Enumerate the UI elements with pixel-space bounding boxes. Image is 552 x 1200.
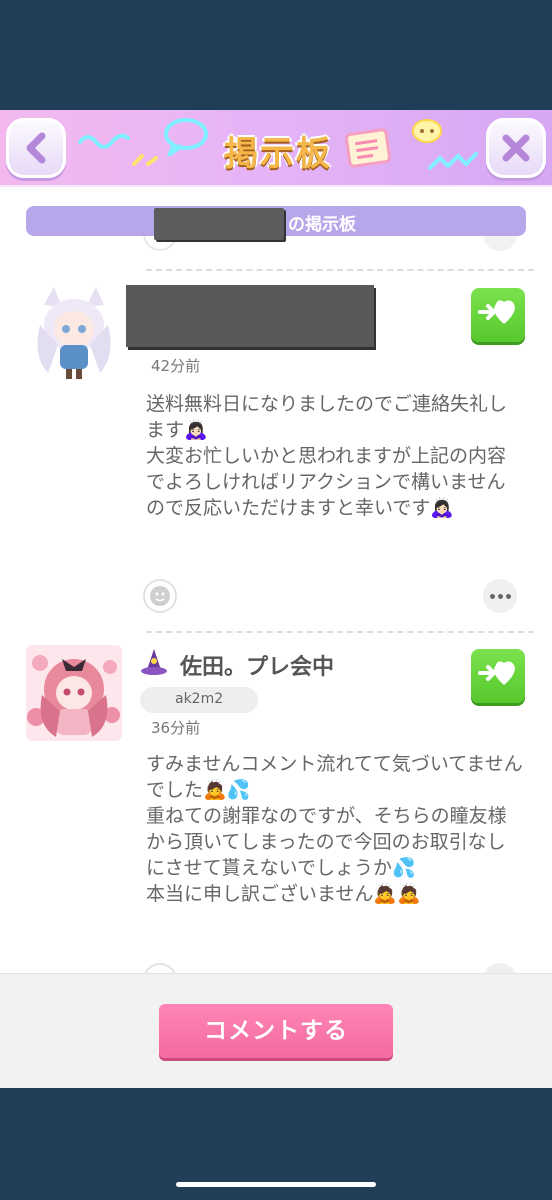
post-time: 36分前 <box>151 719 201 737</box>
reaction-button[interactable] <box>471 288 525 342</box>
more-options-button[interactable] <box>483 579 517 613</box>
top-frame <box>0 0 552 110</box>
reaction-icon <box>478 300 515 324</box>
user-id: ak2m2 <box>175 691 224 707</box>
reaction-button[interactable] <box>471 649 525 703</box>
witch-hat-icon <box>141 649 167 675</box>
chevron-left-icon <box>26 132 46 164</box>
close-button[interactable] <box>486 118 546 178</box>
avatar[interactable] <box>26 285 122 381</box>
post-time: 42分前 <box>151 357 201 375</box>
home-indicator[interactable] <box>176 1182 376 1187</box>
close-icon <box>502 134 530 162</box>
dash-decoration <box>132 154 158 166</box>
zigzag-decoration <box>428 152 478 170</box>
header-bar: 掲示板 <box>0 110 552 187</box>
user-id-badge: ak2m2 <box>140 687 258 713</box>
smiley-icon <box>150 586 170 606</box>
comment-button[interactable]: コメントする <box>159 1004 393 1058</box>
dot <box>505 593 511 599</box>
post-divider <box>146 269 534 271</box>
speech-bubble-decoration <box>164 118 208 156</box>
avatar[interactable] <box>26 645 122 741</box>
page-title: 掲示板 <box>224 134 332 174</box>
back-button[interactable] <box>6 118 66 178</box>
notepad-icon <box>344 128 392 168</box>
post-divider <box>146 631 534 633</box>
board-label: の掲示板 <box>288 215 356 235</box>
user-name: 佐田。プレ会中 <box>180 655 335 680</box>
post-message: すみませんコメント流れてて気づいてませんでした🙇💦 重ねての謝罪なのですが、そち… <box>146 753 523 905</box>
reaction-icon <box>478 661 515 685</box>
dot <box>489 593 495 599</box>
post-message: 送料無料日になりましたのでご連絡失礼します🙇🏻‍♀️ 大変お忙しいかと思われます… <box>146 393 508 519</box>
dot <box>497 593 503 599</box>
avatar-image <box>26 285 122 381</box>
emoji-react-button[interactable] <box>143 579 177 613</box>
avatar-image <box>26 645 122 741</box>
redacted-username <box>154 208 284 240</box>
redacted-user-name <box>126 285 374 347</box>
board-title-bar: の掲示板 <box>26 206 526 240</box>
squiggle-decoration <box>78 133 130 149</box>
footer-bar: コメントする <box>0 973 552 1088</box>
emoji-react-button[interactable] <box>143 963 177 973</box>
board-content[interactable]: の掲示板 42分前 送料無料日になりましたのでご連絡失礼します🙇🏻‍♀️ 大変お… <box>0 187 552 973</box>
more-options-button[interactable] <box>483 963 517 973</box>
chat-bubble-decoration <box>412 119 442 143</box>
